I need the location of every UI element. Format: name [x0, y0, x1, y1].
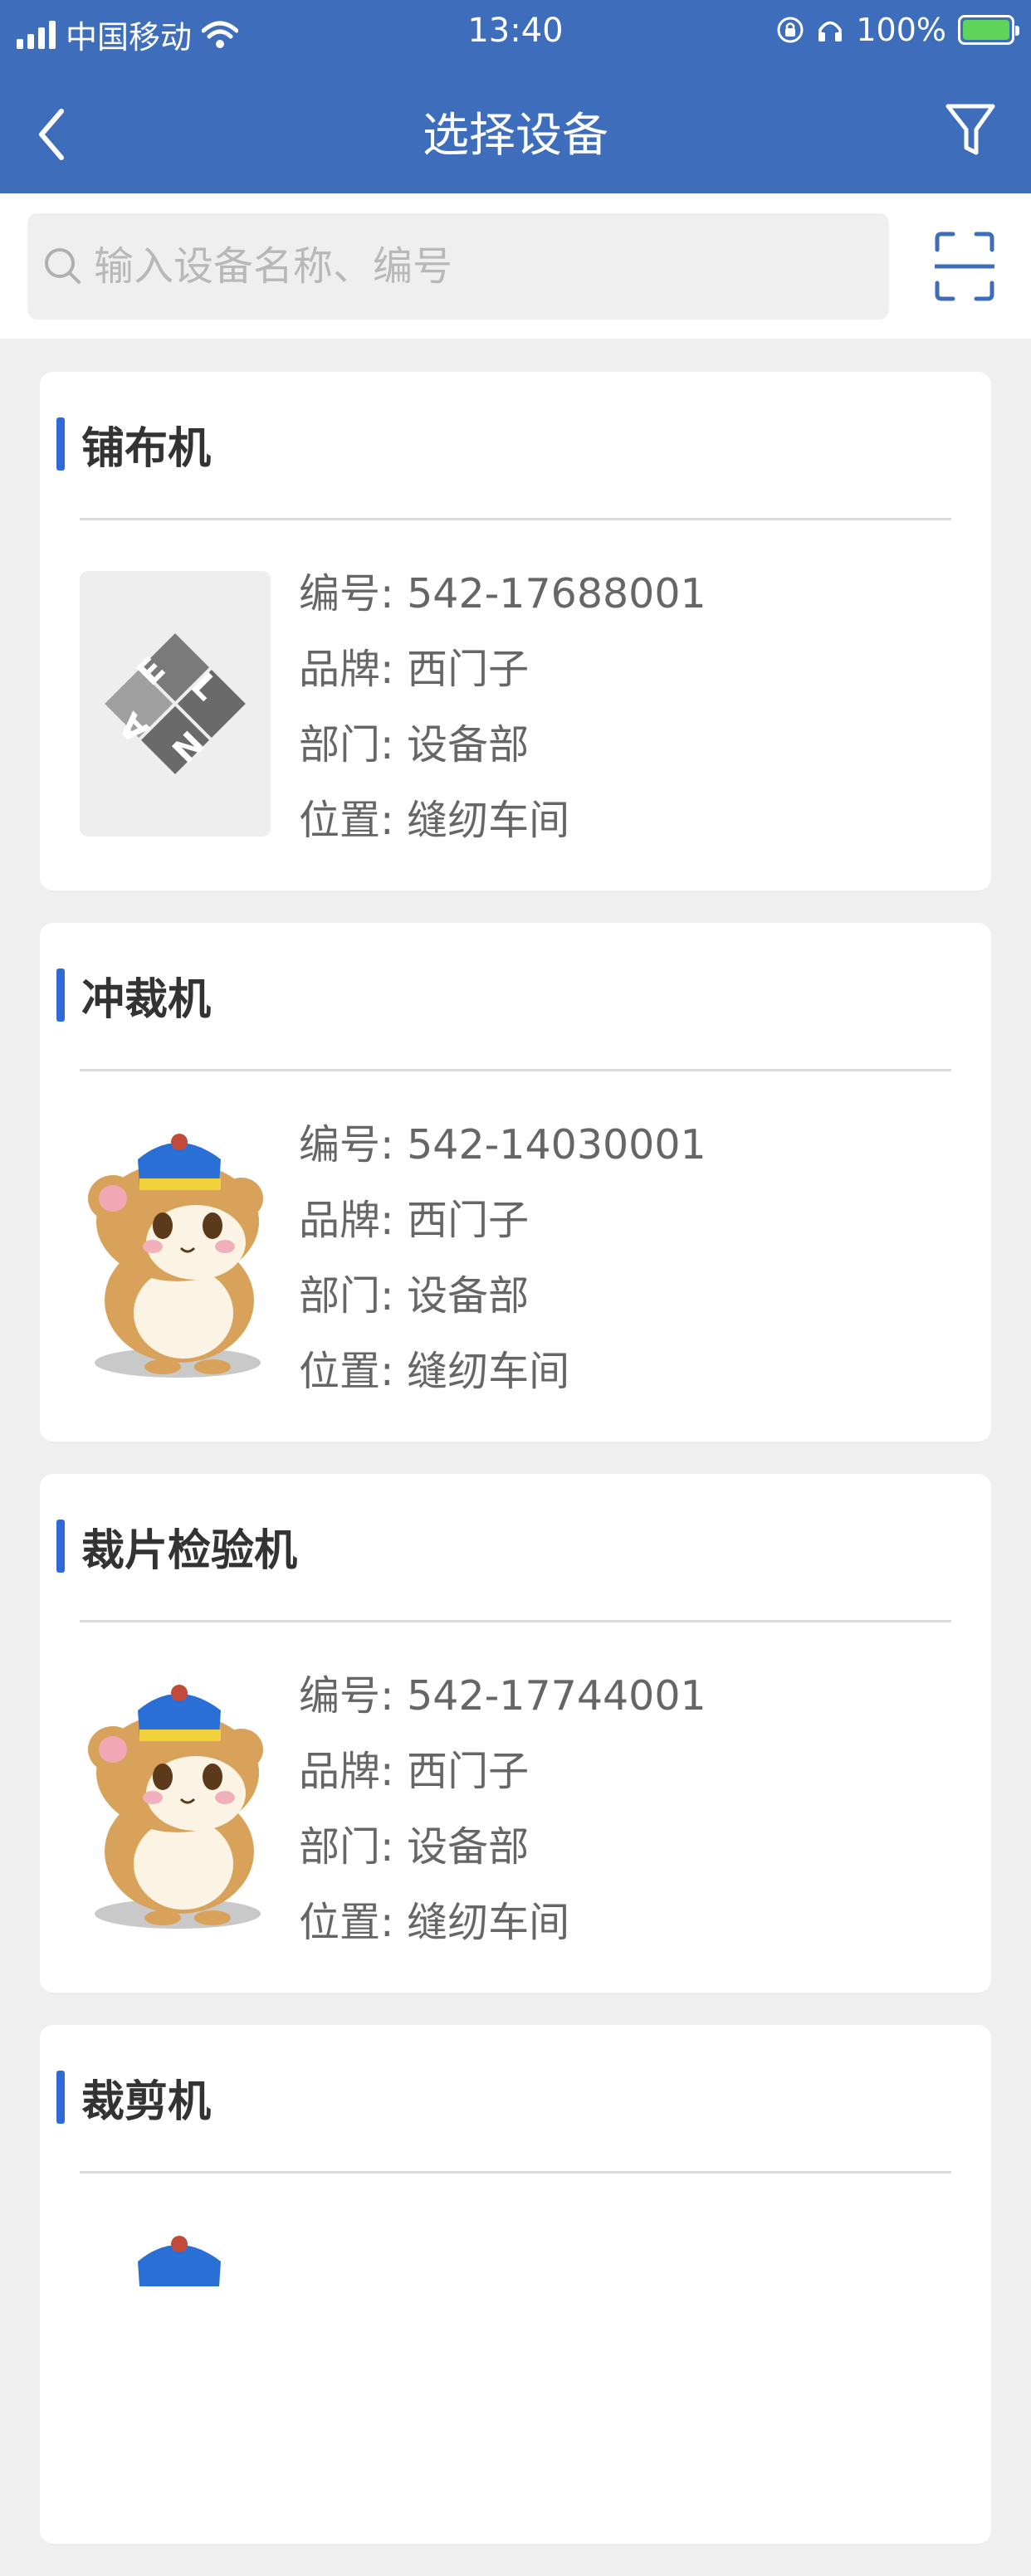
device-code-row: 编号: 542-17688001: [299, 570, 706, 617]
device-brand-row: 品牌: 西门子: [299, 1748, 530, 1795]
search-box[interactable]: [27, 213, 889, 320]
device-name: 裁剪机: [81, 2076, 212, 2127]
device-card[interactable]: 冲裁机 编号: 542-14030001 品牌: 西门子 部门: 设备部 位置:…: [40, 923, 991, 1442]
device-image: [80, 1122, 271, 1388]
battery-icon: [958, 15, 1019, 45]
device-brand: 西门子: [407, 1197, 530, 1244]
device-card[interactable]: 裁剪机: [40, 2025, 991, 2544]
divider: [80, 1069, 951, 1071]
headphones-icon: [818, 21, 843, 41]
device-name: 裁片检验机: [81, 1525, 298, 1576]
device-brand: 西门子: [407, 646, 530, 693]
divider: [80, 2171, 951, 2174]
header: 中国移动 13:40 100% 选择设备: [0, 0, 1031, 193]
device-location: 缝纫车间: [407, 797, 570, 844]
device-department: 设备部: [407, 1272, 530, 1320]
battery-percent: 100%: [856, 12, 946, 48]
device-location-row: 位置: 缝纫车间: [299, 1348, 570, 1395]
device-card[interactable]: 铺布机 E L N A 编号: 542-17688001 品牌: 西门子 部门:…: [40, 372, 991, 890]
device-code-row: 编号: 542-14030001: [299, 1121, 706, 1168]
search-input[interactable]: [94, 243, 889, 290]
device-location-row: 位置: 缝纫车间: [299, 797, 570, 844]
device-card-header: 裁片检验机: [56, 1517, 298, 1576]
device-department: 设备部: [407, 721, 530, 768]
search-icon: [45, 248, 81, 284]
device-brand-row: 品牌: 西门子: [299, 646, 530, 693]
elna-logo-icon: E L N A: [105, 633, 246, 774]
navbar: 选择设备: [0, 66, 1031, 193]
device-code: 542-14030001: [407, 1121, 706, 1168]
device-info: 编号: 542-17744001 品牌: 西门子 部门: 设备部 位置: 缝纫车…: [299, 1658, 706, 1960]
device-name: 冲裁机: [81, 974, 212, 1025]
filter-icon[interactable]: [943, 98, 998, 164]
device-location: 缝纫车间: [407, 1348, 570, 1395]
device-department-row: 部门: 设备部: [299, 721, 530, 768]
device-department: 设备部: [407, 1823, 530, 1871]
device-image: [80, 1673, 271, 1939]
device-location-row: 位置: 缝纫车间: [299, 1899, 570, 1946]
device-card-header: 裁剪机: [56, 2068, 212, 2127]
rotation-lock-icon: [777, 17, 804, 43]
device-department-row: 部门: 设备部: [299, 1272, 530, 1320]
device-info: 编号: 542-17688001 品牌: 西门子 部门: 设备部 位置: 缝纫车…: [299, 556, 706, 858]
accent-marker: [56, 2071, 65, 2124]
page-title: 选择设备: [423, 109, 608, 163]
search-bar: [0, 193, 1031, 339]
device-code: 542-17744001: [407, 1672, 706, 1720]
device-brand-row: 品牌: 西门子: [299, 1197, 530, 1244]
device-list: 铺布机 E L N A 编号: 542-17688001 品牌: 西门子 部门:…: [40, 372, 991, 2576]
hamster-cartoon-icon: [88, 1685, 263, 1929]
device-name: 铺布机: [81, 423, 212, 474]
device-code: 542-17688001: [407, 570, 706, 617]
device-card[interactable]: 裁片检验机 编号: 542-17744001 品牌: 西门子 部门: 设备部 位…: [40, 1474, 991, 1993]
hamster-cartoon-icon: [138, 2236, 221, 2286]
status-bar: 中国移动 13:40 100%: [0, 0, 1031, 66]
device-brand: 西门子: [407, 1748, 530, 1795]
device-department-row: 部门: 设备部: [299, 1823, 530, 1871]
device-card-header: 冲裁机: [56, 966, 212, 1025]
device-location: 缝纫车间: [407, 1899, 570, 1946]
device-image: [80, 2224, 271, 2490]
divider: [80, 518, 951, 520]
device-code-row: 编号: 542-17744001: [299, 1672, 706, 1720]
accent-marker: [56, 417, 65, 471]
device-image: E L N A: [80, 571, 271, 837]
device-info: 编号: 542-14030001 品牌: 西门子 部门: 设备部 位置: 缝纫车…: [299, 1107, 706, 1409]
accent-marker: [56, 968, 65, 1022]
accent-marker: [56, 1520, 65, 1573]
scan-icon[interactable]: [935, 232, 994, 301]
device-card-header: 铺布机: [56, 415, 212, 474]
hamster-cartoon-icon: [88, 1134, 263, 1378]
divider: [80, 1620, 951, 1622]
